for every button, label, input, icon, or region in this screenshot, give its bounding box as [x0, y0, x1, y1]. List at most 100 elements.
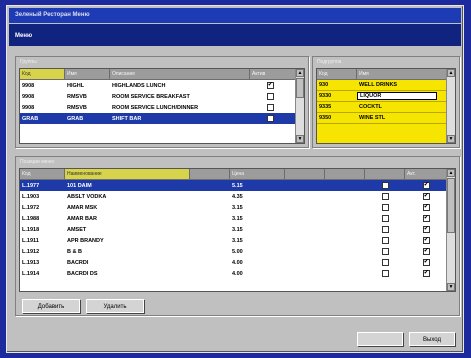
scroll-down-icon[interactable]: ▼: [447, 283, 455, 291]
item-flag1-checkbox[interactable]: [381, 270, 389, 277]
groups-panel-title: Группы: [20, 59, 37, 65]
col-header-item-name[interactable]: Наименование: [65, 169, 190, 180]
item-price: 3.15: [232, 226, 243, 233]
item-active-checkbox[interactable]: [422, 248, 430, 255]
table-row[interactable]: 9335 COCKTL: [317, 102, 455, 113]
item-active-checkbox[interactable]: [422, 182, 430, 189]
col-header-item-blank4[interactable]: [365, 169, 405, 180]
active-checkbox[interactable]: [266, 115, 274, 122]
scroll-up-icon[interactable]: ▲: [296, 69, 304, 77]
scroll-down-icon[interactable]: ▼: [296, 135, 304, 143]
table-row[interactable]: GRAB GRAB SHIFT BAR: [20, 113, 304, 124]
item-flag1-checkbox[interactable]: [381, 182, 389, 189]
groups-scrollbar[interactable]: ▲ ▼: [295, 69, 304, 143]
table-row[interactable]: L.1903 ABSLT VODKA 4.35: [20, 191, 455, 202]
table-row[interactable]: 9350 WINE STL: [317, 113, 455, 124]
item-flag1-checkbox[interactable]: [381, 237, 389, 244]
item-code: L.1977: [22, 182, 40, 189]
table-row[interactable]: 9908 HIGHL HIGHLANDS LUNCH: [20, 80, 304, 91]
col-header-desc[interactable]: Описание: [110, 69, 250, 80]
item-active-checkbox[interactable]: [422, 237, 430, 244]
group-active-cell: [250, 104, 290, 111]
items-scrollbar[interactable]: ▲ ▼: [446, 169, 455, 291]
table-row[interactable]: 930 WELL DRINKS: [317, 80, 455, 91]
subgroup-code: 9330: [319, 93, 332, 99]
col-header-code[interactable]: Код: [20, 69, 65, 80]
group-name: RMSVB: [67, 93, 87, 100]
item-active-checkbox[interactable]: [422, 204, 430, 211]
table-row[interactable]: 9908 RMSVB ROOM SERVICE BREAKFAST: [20, 91, 304, 102]
item-flag2-cell: [405, 182, 447, 189]
active-checkbox[interactable]: [266, 93, 274, 100]
ok-button[interactable]: [357, 332, 403, 346]
item-flag1-cell: [365, 204, 405, 211]
col-header-item-blank3[interactable]: [325, 169, 365, 180]
item-flag1-checkbox[interactable]: [381, 226, 389, 233]
col-header-item-blank2[interactable]: [285, 169, 325, 180]
item-active-checkbox[interactable]: [422, 215, 430, 222]
main-window: Зеленый Ресторан Меню Меню Группы Код Им…: [6, 5, 464, 353]
item-price: 5.15: [232, 182, 243, 189]
item-flag2-cell: [405, 215, 447, 222]
group-code: 9908: [22, 82, 35, 89]
item-flag2-cell: [405, 248, 447, 255]
item-flag1-checkbox[interactable]: [381, 248, 389, 255]
col-header-item-blank1[interactable]: [190, 169, 230, 180]
item-flag1-checkbox[interactable]: [381, 215, 389, 222]
subgroup-code: 9335: [319, 104, 332, 110]
scroll-up-icon[interactable]: ▲: [447, 69, 455, 77]
col-header-sub-name[interactable]: Имя: [357, 69, 447, 80]
table-row[interactable]: 9908 RMSVB ROOM SERVICE LUNCH/DINNER: [20, 102, 304, 113]
subgroups-rows: 930 WELL DRINKS 9330 LIQUOR 9335 COCKTL 9350 WI…: [317, 80, 455, 124]
scroll-thumb[interactable]: [296, 78, 304, 98]
close-button[interactable]: Выход: [409, 332, 455, 346]
col-header-item-price[interactable]: Цена: [230, 169, 285, 180]
table-row[interactable]: L.1913 BACRDI 4.00: [20, 257, 455, 268]
delete-button[interactable]: Удалить: [86, 299, 144, 313]
item-name: 101 DAIM: [67, 182, 92, 189]
col-header-sub-code[interactable]: Код: [317, 69, 357, 80]
item-active-checkbox[interactable]: [422, 193, 430, 200]
table-row[interactable]: L.1912 B & B 5.00: [20, 246, 455, 257]
table-row[interactable]: L.1972 AMAR MSK 3.15: [20, 202, 455, 213]
col-header-item-code[interactable]: Код: [20, 169, 65, 180]
item-flag2-cell: [405, 204, 447, 211]
col-header-item-active[interactable]: Акт.: [405, 169, 447, 180]
item-code: L.1903: [22, 193, 40, 200]
item-code: L.1972: [22, 204, 40, 211]
item-active-checkbox[interactable]: [422, 226, 430, 233]
active-checkbox[interactable]: [266, 82, 274, 89]
items-grid: Код Наименование Цена Акт. L.1977 101 DAI…: [19, 168, 456, 292]
subgroup-name: WELL DRINKS: [359, 82, 398, 88]
subgroups-scrollbar[interactable]: ▲ ▼: [446, 69, 455, 143]
scroll-up-icon[interactable]: ▲: [447, 169, 455, 177]
table-row[interactable]: 9330 LIQUOR: [317, 91, 455, 102]
item-active-checkbox[interactable]: [422, 270, 430, 277]
subgroup-code: 9350: [319, 115, 332, 121]
item-flag1-checkbox[interactable]: [381, 259, 389, 266]
item-active-checkbox[interactable]: [422, 259, 430, 266]
table-row[interactable]: L.1911 APR BRANDY 3.15: [20, 235, 455, 246]
item-flag1-checkbox[interactable]: [381, 204, 389, 211]
table-row[interactable]: L.1988 AMAR BAR 3.15: [20, 213, 455, 224]
col-header-name[interactable]: Имя: [65, 69, 110, 80]
item-flag1-checkbox[interactable]: [381, 193, 389, 200]
col-header-active[interactable]: Актив: [250, 69, 297, 80]
item-code: L.1988: [22, 215, 40, 222]
table-row[interactable]: L.1918 AMSET 3.15: [20, 224, 455, 235]
group-name: GRAB: [67, 115, 84, 122]
scroll-thumb[interactable]: [447, 178, 455, 233]
group-active-cell: [250, 82, 290, 89]
scroll-down-icon[interactable]: ▼: [447, 135, 455, 143]
menu-label[interactable]: Меню: [15, 33, 32, 39]
add-button[interactable]: Добавить: [22, 299, 80, 313]
groups-grid: Код Имя Описание Актив 9908 HIGHL HIGHLAND…: [19, 68, 305, 144]
item-name: APR BRANDY: [67, 237, 104, 244]
item-code: L.1918: [22, 226, 40, 233]
table-row[interactable]: L.1977 101 DAIM 5.15: [20, 180, 455, 191]
active-checkbox[interactable]: [266, 104, 274, 111]
group-name: RMSVB: [67, 104, 87, 111]
subgroups-grid: Код Имя 930 WELL DRINKS 9330 LIQUOR 9335 COCK…: [316, 68, 456, 144]
item-price: 3.15: [232, 215, 243, 222]
table-row[interactable]: L.1914 BACRDI DS 4.00: [20, 268, 455, 279]
